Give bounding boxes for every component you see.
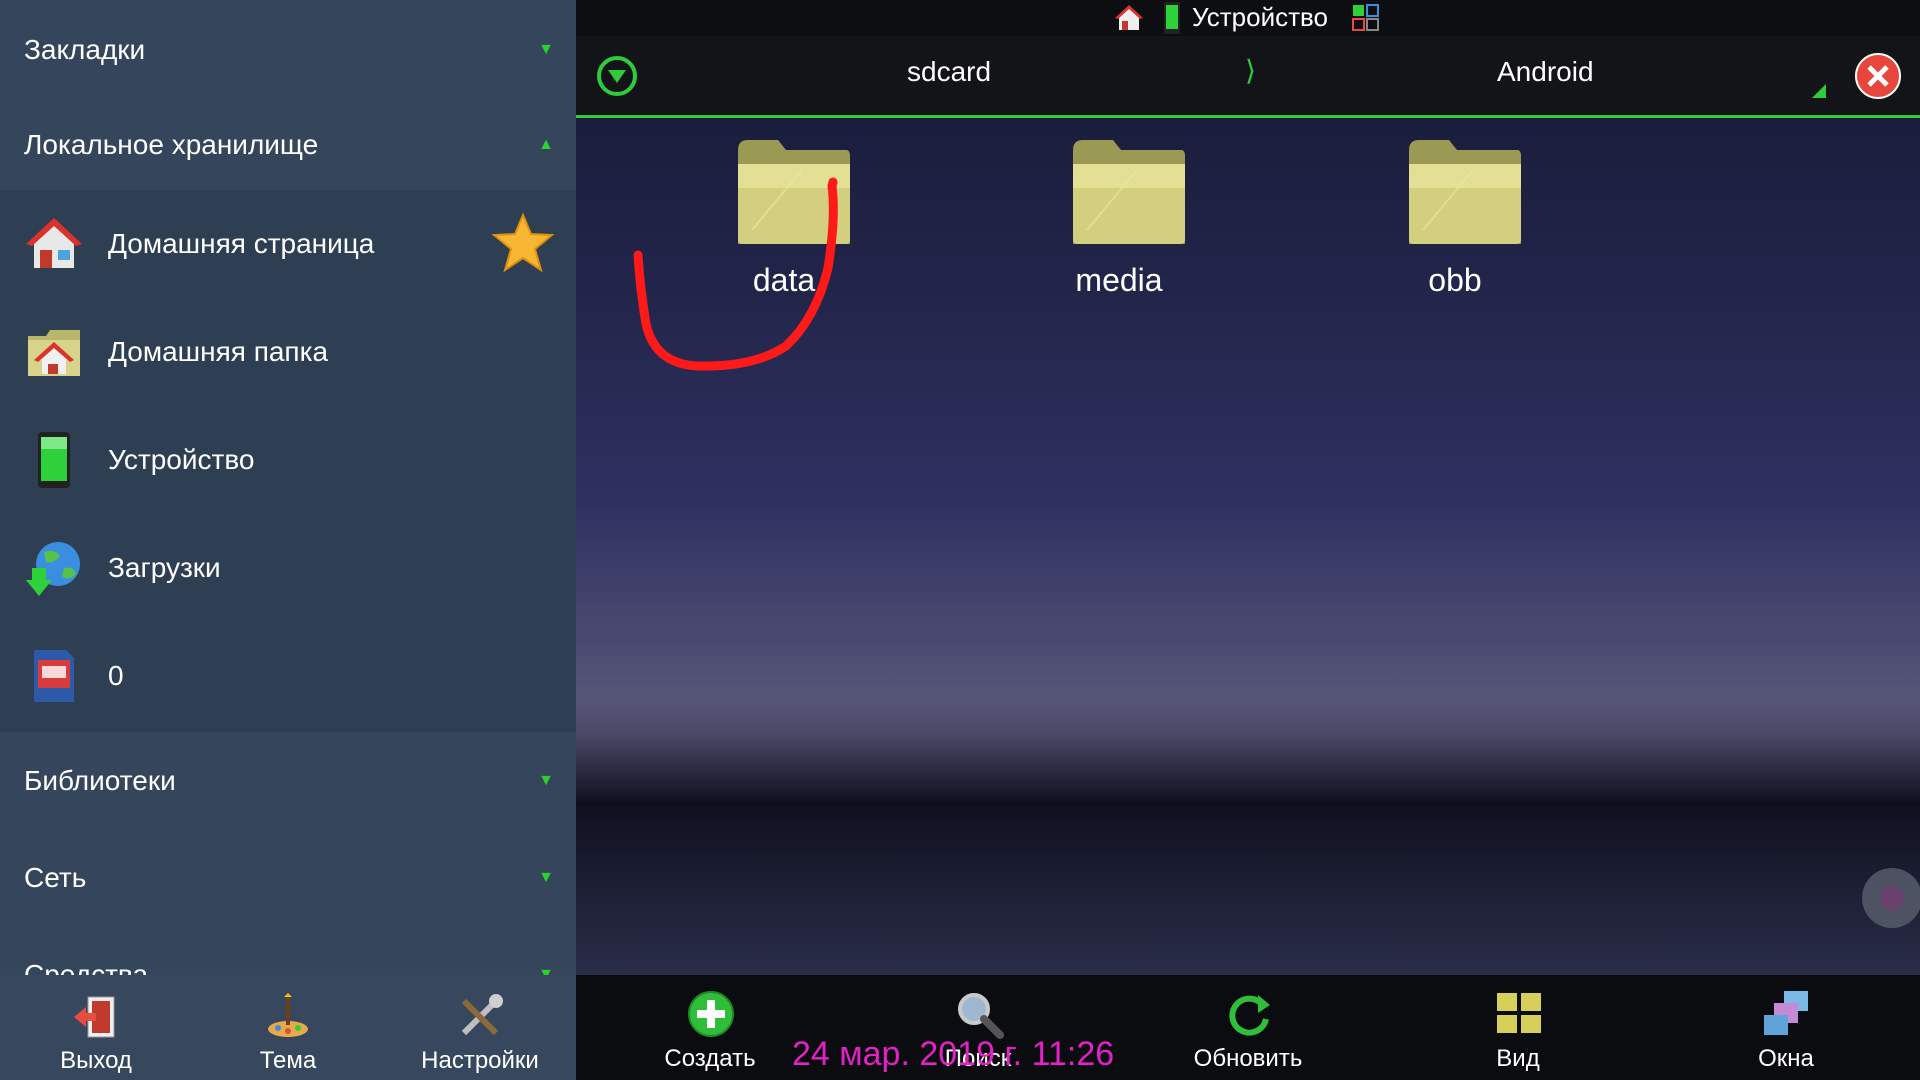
settings-button[interactable]: Настройки [384,975,576,1080]
chevron-down-icon: ▼ [538,966,554,975]
section-local-storage[interactable]: Локальное хранилище ▲ [0,97,576,193]
close-icon[interactable] [1854,52,1902,100]
folder-name: media [1075,262,1163,298]
folder-icon [1073,140,1185,244]
search-icon [958,993,1004,1039]
path-bar: sdcard ⟩ Android [576,36,1920,118]
view-label: Вид [1496,1045,1540,1072]
sidebar-item-downloads[interactable]: Загрузки [0,514,576,622]
breadcrumb-android[interactable]: Android [1497,56,1594,88]
section-bookmarks-label: Закладки [24,34,146,65]
view-button[interactable]: Вид [1438,975,1598,1080]
sidebar-bottom-bar: Выход Тема Настройки [0,975,576,1080]
folder-icon [1409,140,1521,244]
dropdown-circle-icon[interactable] [596,55,638,97]
floating-assistive-button[interactable] [1862,868,1920,928]
sidebar-item-sdcard[interactable]: 0 [0,622,576,730]
windows-label: Окна [1758,1045,1814,1072]
folder-item-obb[interactable]: obb [1345,130,1565,310]
sidebar-item-home-page[interactable]: Домашняя страница [0,190,576,298]
section-network[interactable]: Сеть ▼ [0,830,576,926]
sidebar-item-label: 0 [108,660,124,691]
theme-button[interactable]: Тема [192,975,384,1080]
home-icon[interactable] [1114,3,1144,33]
home-icon [26,218,82,268]
palette-icon [268,993,308,1037]
file-manager-app: Закладки ▼ Локальное хранилище ▲ Домашня… [0,0,1920,1080]
section-bookmarks[interactable]: Закладки ▼ [0,2,576,98]
chevron-down-icon: ▼ [538,772,554,789]
settings-label: Настройки [421,1047,539,1074]
folder-name: obb [1428,262,1482,298]
folder-item-data[interactable]: data [674,130,894,310]
phone-icon [38,432,70,488]
create-label: Создать [664,1045,756,1072]
title-strip: Устройство [576,0,1920,36]
grid-view-icon [1497,993,1541,1033]
main-panel: Устройство sdcard ⟩ Android data media o… [576,0,1920,1080]
windows-grid-icon[interactable] [1352,4,1380,32]
home-folder-icon [28,330,80,376]
sidebar: Закладки ▼ Локальное хранилище ▲ Домашня… [0,0,576,975]
tools-icon [461,994,503,1036]
sidebar-item-label: Устройство [108,444,255,475]
create-button[interactable]: Создать [630,975,790,1080]
exit-label: Выход [60,1047,132,1074]
windows-button[interactable]: Окна [1706,975,1866,1080]
globe-download-icon [26,542,80,596]
breadcrumb-sdcard[interactable]: sdcard [907,56,991,88]
section-network-label: Сеть [24,862,87,893]
bottom-toolbar: Создать Поиск Обновить Вид Окна 24 мар. … [576,975,1920,1080]
sidebar-item-label: Загрузки [108,552,221,583]
sidebar-item-label: Домашняя папка [108,336,329,367]
refresh-label: Обновить [1193,1045,1303,1072]
folder-icon [738,140,850,244]
refresh-button[interactable]: Обновить [1168,975,1328,1080]
phone-icon [1164,2,1180,34]
chevron-up-icon: ▲ [538,136,554,153]
theme-label: Тема [259,1047,317,1074]
section-local-storage-label: Локальное хранилище [24,129,319,160]
local-storage-list: Домашняя страница Домашняя папка Устройс… [0,190,576,732]
star-icon[interactable] [492,212,554,274]
section-libraries-label: Библиотеки [24,765,176,796]
datetime-overlay: 24 мар. 2019 г. 11:26 [792,1035,1115,1073]
section-libraries[interactable]: Библиотеки ▼ [0,733,576,829]
sidebar-item-label: Домашняя страница [108,228,375,259]
chevron-down-icon: ▼ [538,41,554,58]
sidebar-item-device[interactable]: Устройство [0,406,576,514]
floating-button-dot [1880,886,1904,910]
sidebar-item-home-folder[interactable]: Домашняя папка [0,298,576,406]
breadcrumb-separator: ⟩ [1245,55,1256,86]
section-tools-label: Средства [24,959,149,975]
exit-button[interactable]: Выход [0,975,192,1080]
folder-name: data [752,262,816,298]
refresh-icon [1229,995,1270,1036]
sdcard-icon [34,650,74,702]
window-title: Устройство [1192,2,1329,32]
add-icon [688,991,734,1037]
chevron-down-icon: ▼ [538,869,554,886]
folder-item-media[interactable]: media [1009,130,1229,310]
windows-icon [1764,991,1808,1035]
section-tools[interactable]: Средства ▼ [0,927,576,975]
corner-triangle-icon [1812,84,1826,98]
exit-icon [74,996,115,1038]
